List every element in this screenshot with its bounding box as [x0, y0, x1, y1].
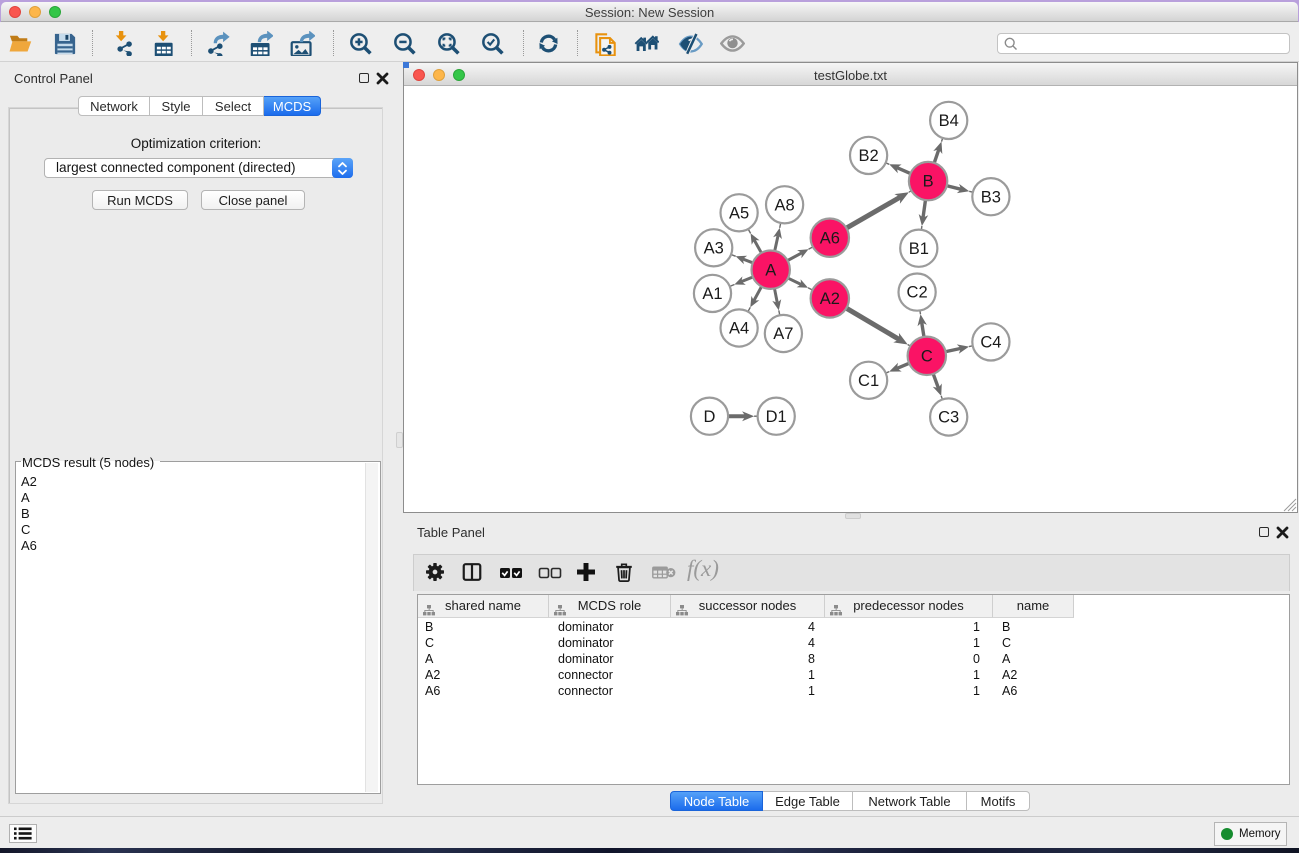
svg-text:A: A [765, 261, 776, 279]
svg-text:C2: C2 [907, 284, 928, 302]
svg-text:B3: B3 [981, 188, 1001, 206]
svg-text:D1: D1 [766, 408, 787, 426]
svg-text:C1: C1 [858, 372, 879, 390]
svg-text:A2: A2 [820, 290, 840, 308]
svg-text:B2: B2 [859, 147, 879, 165]
svg-text:B4: B4 [939, 112, 959, 130]
svg-text:A6: A6 [820, 229, 840, 247]
svg-text:C: C [921, 347, 933, 365]
svg-text:D: D [704, 408, 716, 426]
svg-text:A1: A1 [702, 285, 722, 303]
svg-text:A7: A7 [773, 325, 793, 343]
svg-text:A5: A5 [729, 204, 749, 222]
svg-text:B1: B1 [909, 240, 929, 258]
svg-text:A8: A8 [775, 196, 795, 214]
svg-text:C3: C3 [938, 409, 959, 427]
svg-text:C4: C4 [980, 334, 1001, 352]
svg-text:A3: A3 [704, 239, 724, 257]
svg-text:B: B [923, 173, 934, 191]
svg-text:A4: A4 [729, 320, 749, 338]
